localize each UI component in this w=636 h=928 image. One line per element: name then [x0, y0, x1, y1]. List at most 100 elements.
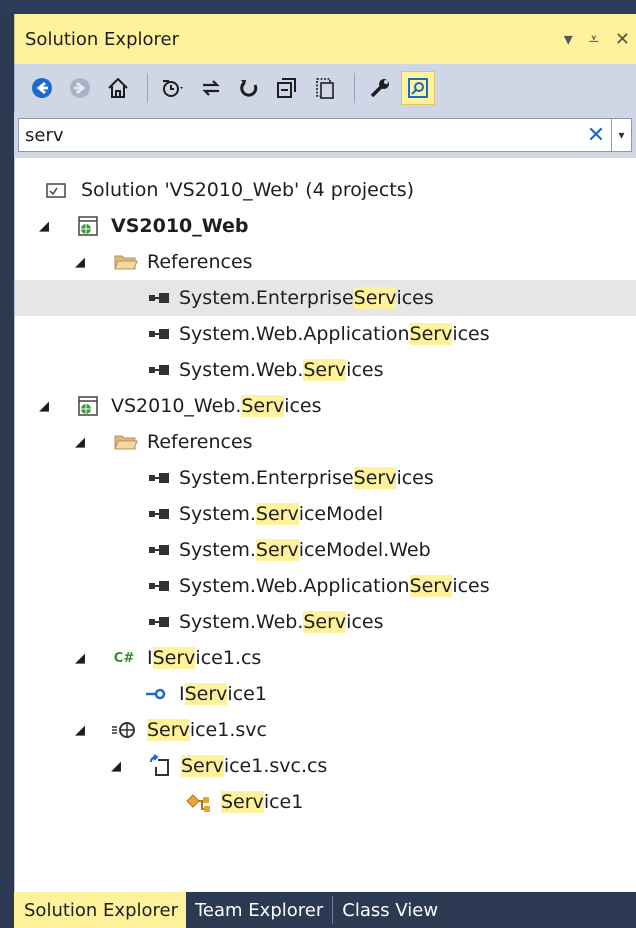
- refresh-button[interactable]: [232, 71, 266, 105]
- tree-item-reference[interactable]: System.EnterpriseServices: [15, 460, 636, 496]
- assembly-reference-icon: [147, 465, 173, 491]
- pending-changes-filter-button[interactable]: [156, 71, 190, 105]
- search-input[interactable]: [19, 123, 581, 147]
- sync-button[interactable]: [194, 71, 228, 105]
- back-icon: [32, 78, 52, 98]
- tree-item-label: Service1.svc.cs: [181, 755, 328, 777]
- code-behind-file-icon: [147, 753, 173, 779]
- expanded-arrow-icon[interactable]: ◢: [73, 255, 87, 270]
- toolbar-separator: [354, 73, 355, 103]
- sync-icon: [202, 80, 220, 96]
- tree-item-label: IService1.cs: [147, 647, 262, 669]
- tree-item-label: System.ServiceModel: [179, 503, 384, 525]
- search-options-dropdown-icon[interactable]: ▾: [612, 118, 632, 152]
- tree-item-project[interactable]: ◢ VS2010_Web: [15, 208, 636, 244]
- tree-item-label: Solution 'VS2010_Web' (4 projects): [81, 179, 415, 201]
- search-box: ✕: [18, 118, 612, 152]
- assembly-reference-icon: [147, 501, 173, 527]
- properties-button[interactable]: [363, 71, 397, 105]
- tree-item-references-folder[interactable]: ◢ References: [15, 244, 636, 280]
- tree-item-label: System.Web.ApplicationServices: [179, 575, 490, 597]
- pending-changes-filter-icon: [163, 80, 183, 97]
- web-service-icon: [111, 717, 137, 743]
- panel-title: Solution Explorer: [25, 28, 179, 50]
- collapse-all-icon: [277, 78, 296, 98]
- tab-class-view[interactable]: Class View: [333, 892, 447, 928]
- tree-item-label: System.Web.Services: [179, 611, 384, 633]
- tree-item-label: System.Web.Services: [179, 359, 384, 381]
- expanded-arrow-icon[interactable]: ◢: [73, 435, 87, 450]
- assembly-reference-icon: [147, 573, 173, 599]
- solution-tree: Solution 'VS2010_Web' (4 projects) ◢ VS2…: [14, 158, 636, 892]
- forward-icon: [70, 78, 90, 98]
- folder-open-icon: [113, 249, 139, 275]
- assembly-reference-icon: [147, 285, 173, 311]
- close-icon[interactable]: ✕: [615, 29, 630, 50]
- tree-item-label: Service1: [221, 791, 304, 813]
- expanded-arrow-icon[interactable]: ◢: [109, 759, 123, 774]
- expanded-arrow-icon[interactable]: ◢: [37, 219, 51, 234]
- tree-item-reference[interactable]: System.Web.Services: [15, 352, 636, 388]
- tree-item-label: VS2010_Web: [111, 215, 249, 237]
- tree-item-label: System.EnterpriseServices: [179, 287, 434, 309]
- tree-item-reference[interactable]: System.EnterpriseServices: [15, 280, 636, 316]
- refresh-icon: [240, 80, 258, 97]
- class-icon: [185, 789, 211, 815]
- preview-selected-items-button[interactable]: [401, 71, 435, 105]
- tree-item-label: System.ServiceModel.Web: [179, 539, 431, 561]
- tree-item-references-folder[interactable]: ◢ References: [15, 424, 636, 460]
- toolbar-separator: [147, 73, 148, 103]
- assembly-reference-icon: [147, 321, 173, 347]
- bottom-tab-strip: Solution Explorer Team Explorer Class Vi…: [14, 892, 636, 928]
- back-button[interactable]: [25, 71, 59, 105]
- tree-item-interface[interactable]: IService1: [15, 676, 636, 712]
- tree-item-reference[interactable]: System.Web.Services: [15, 604, 636, 640]
- tree-item-label: References: [147, 431, 253, 453]
- tree-item-reference[interactable]: System.ServiceModel.Web: [15, 532, 636, 568]
- panel-titlebar: Solution Explorer ▾ ⩡ ✕: [14, 14, 636, 64]
- tree-item-reference[interactable]: System.ServiceModel: [15, 496, 636, 532]
- clear-search-icon[interactable]: ✕: [581, 123, 611, 148]
- tree-item-label: References: [147, 251, 253, 273]
- tab-solution-explorer[interactable]: Solution Explorer: [14, 892, 186, 928]
- solution-icon: [43, 177, 69, 203]
- tree-item-label: Service1.svc: [147, 719, 267, 741]
- properties-icon: [370, 79, 389, 98]
- csharp-file-icon: C#: [113, 650, 135, 666]
- web-project-icon: [75, 393, 101, 419]
- tree-item-label: IService1: [179, 683, 267, 705]
- tree-item-class[interactable]: Service1: [15, 784, 636, 820]
- window-top-strip: [0, 0, 636, 14]
- show-all-files-button[interactable]: [308, 71, 342, 105]
- tree-item-file[interactable]: ◢ Service1.svc: [15, 712, 636, 748]
- toolbar: [14, 64, 636, 112]
- assembly-reference-icon: [147, 609, 173, 635]
- window-position-dropdown-icon[interactable]: ▾: [564, 29, 573, 50]
- interface-icon: [143, 681, 169, 707]
- pin-icon[interactable]: ⩡: [589, 29, 599, 50]
- home-icon: [108, 77, 128, 98]
- assembly-reference-icon: [147, 537, 173, 563]
- show-all-files-icon: [316, 78, 334, 99]
- expanded-arrow-icon[interactable]: ◢: [73, 651, 87, 666]
- tree-item-reference[interactable]: System.Web.ApplicationServices: [15, 316, 636, 352]
- web-project-icon: [75, 213, 101, 239]
- expanded-arrow-icon[interactable]: ◢: [37, 399, 51, 414]
- forward-button[interactable]: [63, 71, 97, 105]
- tree-item-file[interactable]: ◢ Service1.svc.cs: [15, 748, 636, 784]
- home-button[interactable]: [101, 71, 135, 105]
- tree-item-reference[interactable]: System.Web.ApplicationServices: [15, 568, 636, 604]
- tree-item-solution[interactable]: Solution 'VS2010_Web' (4 projects): [15, 172, 636, 208]
- tree-item-project[interactable]: ◢ VS2010_Web.Services: [15, 388, 636, 424]
- preview-icon: [408, 78, 428, 98]
- collapse-all-button[interactable]: [270, 71, 304, 105]
- assembly-reference-icon: [147, 357, 173, 383]
- folder-open-icon: [113, 429, 139, 455]
- tree-item-label: System.Web.ApplicationServices: [179, 323, 490, 345]
- tree-item-label: System.EnterpriseServices: [179, 467, 434, 489]
- expanded-arrow-icon[interactable]: ◢: [73, 723, 87, 738]
- tab-team-explorer[interactable]: Team Explorer: [186, 892, 332, 928]
- tree-item-label: VS2010_Web.Services: [111, 395, 322, 417]
- tree-item-file[interactable]: ◢ C# IService1.cs: [15, 640, 636, 676]
- search-bar: ✕ ▾: [14, 112, 636, 158]
